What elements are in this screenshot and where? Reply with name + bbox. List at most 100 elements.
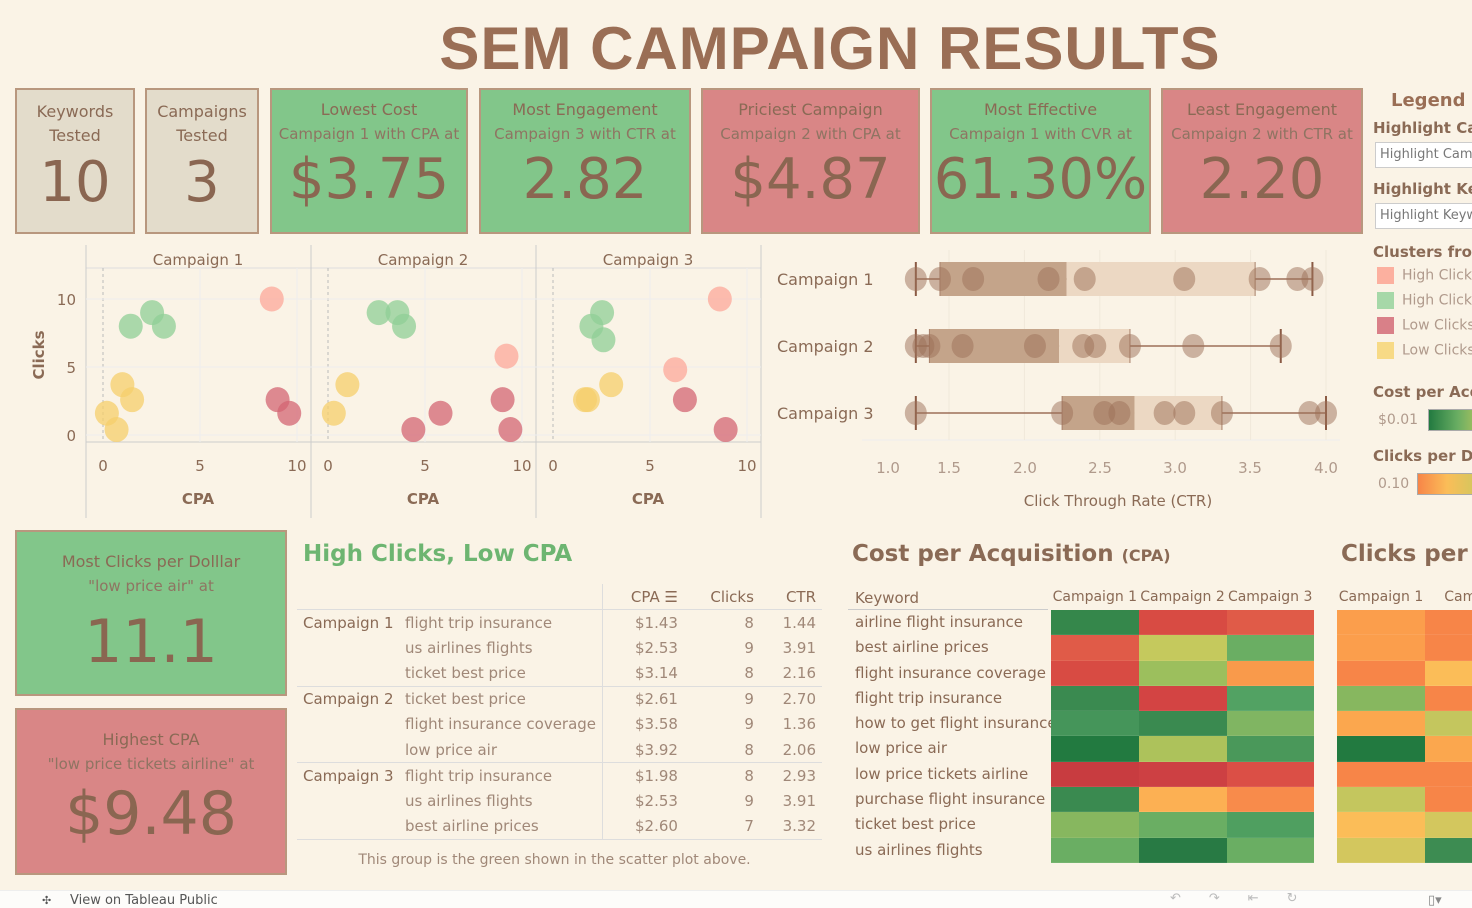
box-point: [1023, 334, 1046, 358]
keyword-label[interactable]: ticket best price: [855, 812, 1057, 837]
column-header[interactable]: CTR: [760, 584, 822, 610]
cpd-heatmap-cell[interactable]: [1337, 660, 1425, 686]
highlight-keyword-label: Highlight Ke: [1373, 180, 1472, 198]
x-tick-label: 1.5: [937, 459, 961, 477]
box-point: [904, 267, 927, 291]
cpd-heatmap-cell[interactable]: [1425, 635, 1472, 661]
scatter-point: [498, 417, 523, 443]
keyword-label[interactable]: us airlines flights: [855, 838, 1057, 863]
x-tick-label: 3.0: [1163, 459, 1187, 477]
cpa-heatmap-cell[interactable]: [1051, 736, 1139, 762]
cpa-heatmap-cell[interactable]: [1139, 685, 1227, 712]
cpa-heatmap-cell[interactable]: [1139, 787, 1227, 813]
cpd-heatmap-cell[interactable]: [1425, 812, 1472, 838]
panel-title: Campaign 2: [378, 251, 469, 269]
campaign-cell: Campaign 3: [303, 766, 394, 785]
cpd-heatmap-cell[interactable]: [1337, 812, 1425, 838]
column-header[interactable]: CPA ☰: [603, 584, 684, 610]
cpa-heatmap-cell[interactable]: [1139, 736, 1227, 762]
cpa-heatmap-cell[interactable]: [1227, 736, 1314, 762]
cpa-heatmap-cell[interactable]: [1051, 635, 1139, 661]
cpd-heatmap-cell[interactable]: [1337, 837, 1425, 863]
cpd-heatmap-cell[interactable]: [1337, 685, 1425, 712]
value-cell: 2.70: [782, 690, 816, 708]
cpa-heatmap-cell[interactable]: [1227, 660, 1314, 686]
scatter-point: [713, 417, 738, 443]
cluster-legend-item[interactable]: Low Clicks: [1377, 317, 1472, 342]
cpa-heatmap-cell[interactable]: [1227, 635, 1314, 661]
cpa-heatmap-cell[interactable]: [1227, 837, 1314, 863]
x-axis-label: Click Through Rate (CTR): [1024, 492, 1212, 510]
cpa-heatmap-cell[interactable]: [1227, 812, 1314, 838]
cpd-heatmap-cell[interactable]: [1425, 610, 1472, 636]
cpa-heatmap-cell[interactable]: [1051, 660, 1139, 686]
keyword-label[interactable]: purchase flight insurance: [855, 787, 1057, 812]
cpa-heatmap-cell[interactable]: [1139, 812, 1227, 838]
device-preview-icon[interactable]: ▯▾: [1428, 893, 1442, 908]
cpa-heatmap-cell[interactable]: [1051, 787, 1139, 813]
column-header[interactable]: Clicks: [684, 584, 760, 610]
cpd-heatmap-cell[interactable]: [1425, 761, 1472, 788]
table-note: This group is the green shown in the sca…: [358, 851, 751, 868]
cpd-heatmap-cell[interactable]: [1337, 635, 1425, 661]
cpa-heatmap-cell[interactable]: [1051, 761, 1139, 788]
cpa-heatmap-cell[interactable]: [1227, 610, 1314, 636]
cpa-heatmap-cell[interactable]: [1139, 660, 1227, 686]
cpa-heatmap-cell[interactable]: [1051, 610, 1139, 636]
panel-title: Campaign 3: [603, 251, 694, 269]
keyword-label[interactable]: low price air: [855, 736, 1057, 761]
keyword-label[interactable]: how to get flight insurance: [855, 711, 1057, 736]
cpa-heatmap-cell[interactable]: [1139, 837, 1227, 863]
table-row: ticket best price $3.14 8 2.16: [297, 660, 822, 686]
cpa-heatmap-cell[interactable]: [1051, 711, 1139, 737]
keyword-label[interactable]: flight trip insurance: [855, 686, 1057, 711]
y-tick-label: 5: [66, 359, 76, 377]
high-clicks-table: CPA ☰ Clicks CTR Campaign 1 flight trip insu…: [297, 584, 822, 868]
cluster-legend-item[interactable]: Low Clicks: [1377, 342, 1472, 367]
cpd-heatmap-cell[interactable]: [1337, 711, 1425, 737]
undo-redo-revert-icons[interactable]: ↶↷⇤↻: [1170, 891, 1326, 906]
cpa-heatmap-cell[interactable]: [1227, 761, 1314, 788]
keyword-label[interactable]: low price tickets airline: [855, 762, 1057, 787]
x-tick-label: 0: [98, 457, 108, 475]
sort-icon[interactable]: ☰: [665, 588, 678, 606]
cpa-heatmap-cell[interactable]: [1051, 812, 1139, 838]
x-tick-label: 5: [195, 457, 205, 475]
scatter-point: [401, 417, 426, 443]
series-label: Campaign 1: [777, 270, 874, 289]
box-point: [1073, 267, 1096, 291]
cpd-heatmap-cell[interactable]: [1425, 660, 1472, 686]
keyword-label[interactable]: airline flight insurance: [855, 610, 1057, 635]
cpa-heatmap-cell[interactable]: [1051, 837, 1139, 863]
keyword-label[interactable]: flight insurance coverage: [855, 661, 1057, 686]
cpd-heatmap-cell[interactable]: [1337, 610, 1425, 636]
view-on-tableau-public-link[interactable]: View on Tableau Public: [70, 893, 218, 908]
cpa-heatmap-cell[interactable]: [1139, 610, 1227, 636]
cpd-heatmap-cell[interactable]: [1337, 787, 1425, 813]
cpa-heatmap-cell[interactable]: [1227, 787, 1314, 813]
cpa-heatmap-cell[interactable]: [1139, 711, 1227, 737]
highlight-keyword-input[interactable]: Highlight Keyw: [1375, 203, 1472, 229]
cpd-heatmap-cell[interactable]: [1425, 837, 1472, 863]
y-tick-label: 0: [66, 427, 76, 445]
cpa-heatmap-cell[interactable]: [1051, 685, 1139, 712]
scatter-point: [428, 400, 453, 426]
cluster-legend-item[interactable]: High Click: [1377, 292, 1472, 317]
cpa-heatmap-cell[interactable]: [1227, 685, 1314, 712]
cluster-legend-item[interactable]: High Click: [1377, 267, 1472, 292]
cpa-heatmap-cell[interactable]: [1227, 711, 1314, 737]
cpd-heatmap-cell[interactable]: [1425, 787, 1472, 813]
cpa-heatmap-cell[interactable]: [1139, 635, 1227, 661]
cpa-heatmap-cell[interactable]: [1139, 761, 1227, 788]
keyword-label[interactable]: best airline prices: [855, 635, 1057, 660]
cpd-heatmap-cell[interactable]: [1425, 711, 1472, 737]
highlight-campaign-input[interactable]: Highlight Camp: [1375, 142, 1472, 168]
cpd-heatmap-cell[interactable]: [1425, 685, 1472, 712]
box-point: [928, 267, 951, 291]
cluster-label: High Click: [1402, 267, 1472, 284]
keyword-cell: flight insurance coverage: [405, 715, 597, 734]
cpd-heatmap-cell[interactable]: [1337, 736, 1425, 762]
cpd-heatmap-cell[interactable]: [1425, 736, 1472, 762]
value-cell: $3.58: [635, 715, 678, 734]
cpd-heatmap-cell[interactable]: [1337, 761, 1425, 788]
